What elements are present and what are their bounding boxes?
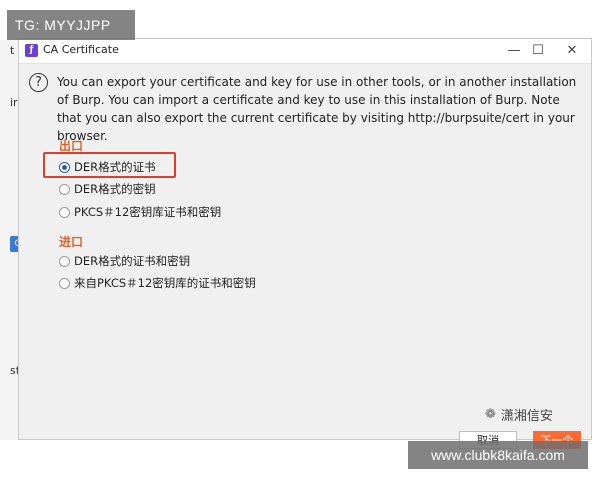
radio-export-pkcs12[interactable]: PKCS＃12密钥库证书和密钥 (59, 203, 221, 221)
radio-import-pkcs12[interactable]: 来自PKCS＃12密钥库的证书和密钥 (59, 274, 256, 292)
brand-watermark: ❁ 潇湘信安 (485, 405, 553, 424)
brand-label: 潇湘信安 (500, 409, 553, 424)
maximize-button[interactable]: ☐ (527, 41, 549, 61)
wechat-icon: ❁ (485, 407, 496, 422)
radio-export-der-private-key[interactable]: DER格式的密钥 (59, 180, 156, 198)
radio-button[interactable] (59, 277, 70, 289)
radio-button-checked[interactable] (59, 161, 70, 173)
dialog-title: CA Certificate (43, 43, 119, 56)
burp-app-icon: ƒ (25, 44, 38, 57)
background-text-fragment: t (10, 44, 15, 57)
radio-button[interactable] (59, 206, 70, 218)
radio-button[interactable] (59, 183, 70, 195)
radio-import-der[interactable]: DER格式的证书和密钥 (59, 252, 190, 270)
ca-certificate-dialog: ƒ CA Certificate — ☐ ✕ ? You can export … (18, 38, 592, 449)
option-label: DER格式的密钥 (74, 182, 156, 196)
title-bar[interactable]: ƒ CA Certificate — ☐ ✕ (19, 39, 591, 64)
watermark-top: TG: MYYJJPP (7, 10, 135, 40)
dialog-description: You can export your certificate and key … (57, 75, 577, 143)
radio-button[interactable] (59, 255, 70, 267)
option-label: PKCS＃12密钥库证书和密钥 (74, 205, 222, 219)
radio-export-der-certificate[interactable]: DER格式的证书 (59, 158, 156, 176)
import-section-label: 进口 (59, 235, 84, 249)
close-button[interactable]: ✕ (561, 41, 583, 61)
minimize-button[interactable]: — (503, 41, 525, 61)
option-label: DER格式的证书和密钥 (74, 254, 191, 268)
question-icon: ? (29, 73, 48, 92)
background-text-fragment: ir (10, 96, 18, 109)
watermark-bottom: www.clubk8kaifa.com (408, 441, 588, 469)
option-label: 来自PKCS＃12密钥库的证书和密钥 (74, 276, 256, 290)
option-label: DER格式的证书 (74, 160, 156, 174)
